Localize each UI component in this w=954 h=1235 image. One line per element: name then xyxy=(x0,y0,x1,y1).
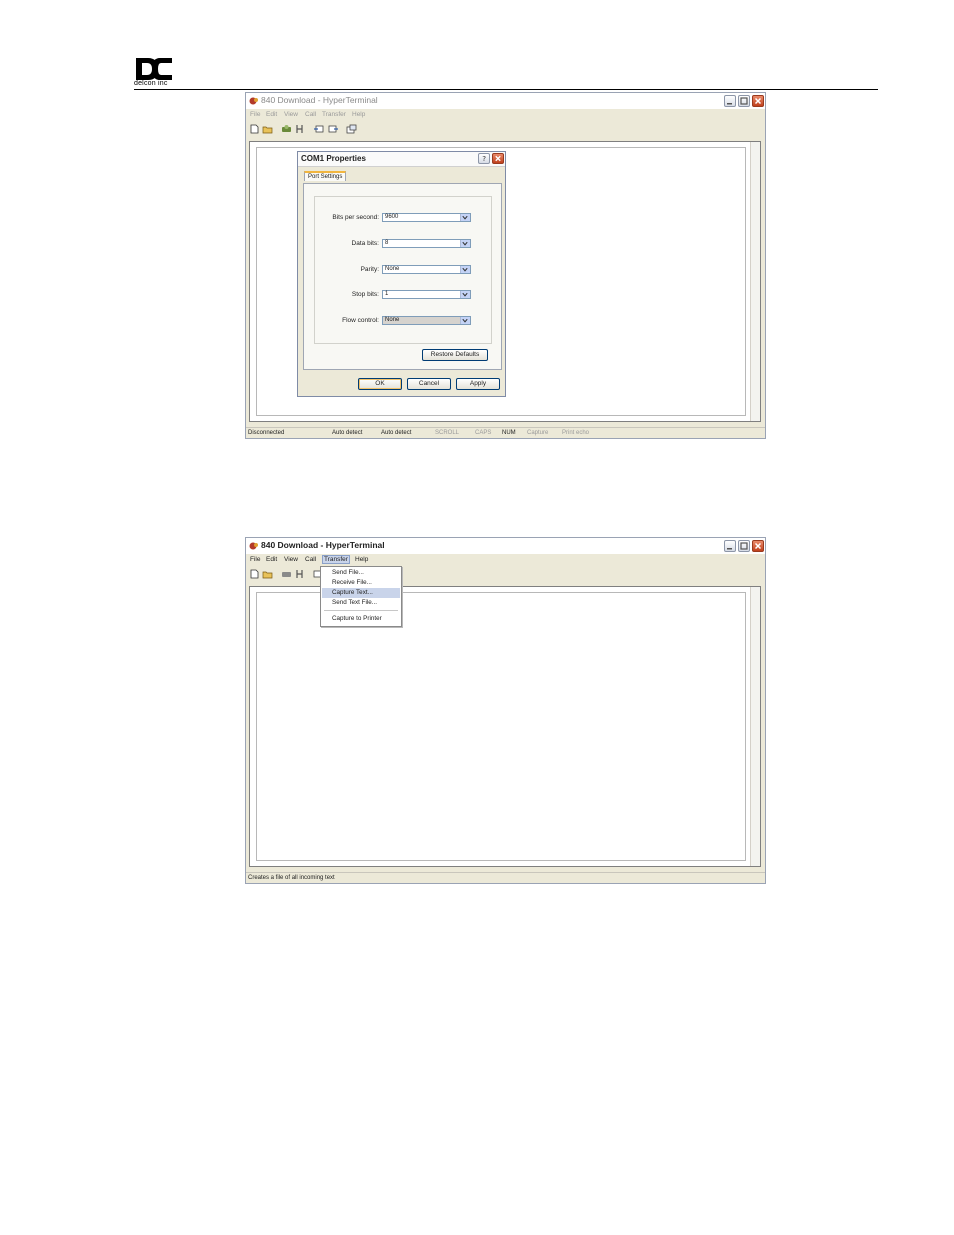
menu-view[interactable]: View xyxy=(284,111,298,118)
status-message: Creates a file of all incoming text xyxy=(248,875,335,881)
svg-text:?: ? xyxy=(482,154,486,163)
new-file-icon[interactable] xyxy=(249,569,260,579)
status-num: NUM xyxy=(502,430,516,436)
apply-button[interactable]: Apply xyxy=(456,378,500,390)
cancel-button[interactable]: Cancel xyxy=(407,378,451,390)
chevron-down-icon xyxy=(460,317,470,324)
ok-button[interactable]: OK xyxy=(358,378,402,390)
flow-control-select[interactable]: None xyxy=(382,316,471,325)
menu-separator xyxy=(324,610,398,611)
disconnect-icon[interactable] xyxy=(294,124,305,134)
chevron-down-icon xyxy=(460,291,470,298)
label-flow-control: Flow control: xyxy=(342,317,379,324)
new-file-icon[interactable] xyxy=(249,124,260,134)
open-folder-icon[interactable] xyxy=(262,124,273,134)
status-bar: Disconnected Auto detect Auto detect SCR… xyxy=(246,427,765,439)
menu-edit[interactable]: Edit xyxy=(266,556,277,563)
restore-defaults-button[interactable]: Restore Defaults xyxy=(422,349,488,361)
send-icon[interactable] xyxy=(314,124,325,134)
transfer-menu: Send File... Receive File... Capture Tex… xyxy=(320,566,402,627)
label-parity: Parity: xyxy=(360,266,379,273)
header-rule xyxy=(134,89,878,90)
status-capture: Capture xyxy=(527,430,549,436)
help-button[interactable]: ? xyxy=(478,153,490,164)
connect-icon[interactable] xyxy=(281,124,292,134)
tab-port-settings[interactable]: Port Settings xyxy=(304,171,347,181)
close-button[interactable] xyxy=(752,540,764,552)
menu-view[interactable]: View xyxy=(284,556,298,563)
status-bar: Creates a file of all incoming text xyxy=(246,872,765,884)
menu-file[interactable]: File xyxy=(250,556,260,563)
menu-help[interactable]: Help xyxy=(352,111,365,118)
menu-call[interactable]: Call xyxy=(305,556,316,563)
status-caps: CAPS xyxy=(475,430,492,436)
menu-item-capture-to-printer[interactable]: Capture to Printer xyxy=(322,614,400,624)
status-autodetect-2: Auto detect xyxy=(381,430,412,436)
status-connection: Disconnected xyxy=(248,430,285,436)
open-folder-icon[interactable] xyxy=(262,569,273,579)
maximize-button[interactable] xyxy=(738,540,750,552)
menu-help[interactable]: Help xyxy=(355,556,368,563)
minimize-button[interactable] xyxy=(724,95,736,107)
dialog-title: COM1 Properties xyxy=(301,154,366,163)
menu-call[interactable]: Call xyxy=(305,111,316,118)
window-title: 840 Download - HyperTerminal xyxy=(261,95,378,105)
menu-item-send-text-file[interactable]: Send Text File... xyxy=(322,598,400,608)
properties-icon[interactable] xyxy=(346,124,357,134)
dialog-title-bar: COM1 Properties ? xyxy=(298,152,505,167)
parity-select[interactable]: None xyxy=(382,265,471,274)
disconnect-icon[interactable] xyxy=(294,569,305,579)
vertical-scrollbar[interactable] xyxy=(750,587,760,866)
hyperterminal-app-icon xyxy=(249,542,258,550)
toolbar xyxy=(246,122,765,136)
bits-per-second-select[interactable]: 9600 xyxy=(382,213,471,222)
menu-bar: File Edit View Call Transfer Help xyxy=(246,554,765,565)
menu-item-capture-text[interactable]: Capture Text... xyxy=(322,588,400,598)
menu-file[interactable]: File xyxy=(250,111,260,118)
label-stop-bits: Stop bits: xyxy=(351,291,379,298)
menu-transfer[interactable]: Transfer xyxy=(322,555,350,564)
maximize-button[interactable] xyxy=(738,95,750,107)
com1-properties-dialog: COM1 Properties ? Port Settings Bits per… xyxy=(297,151,506,397)
status-scroll: SCROLL xyxy=(435,430,460,436)
menu-item-send-file[interactable]: Send File... xyxy=(322,568,400,578)
chevron-down-icon xyxy=(460,240,470,247)
window-title: 840 Download - HyperTerminal xyxy=(261,540,385,550)
logo-text: delcon inc xyxy=(134,80,168,87)
title-bar: 840 Download - HyperTerminal xyxy=(246,93,765,109)
vertical-scrollbar[interactable] xyxy=(750,142,760,421)
receive-icon[interactable] xyxy=(327,124,338,134)
connect-icon[interactable] xyxy=(281,569,292,579)
chevron-down-icon xyxy=(460,214,470,221)
menu-bar: File Edit View Call Transfer Help xyxy=(246,109,765,120)
menu-item-receive-file[interactable]: Receive File... xyxy=(322,578,400,588)
label-bits-per-second: Bits per second: xyxy=(332,214,379,221)
menu-transfer[interactable]: Transfer xyxy=(322,111,346,118)
title-bar: 840 Download - HyperTerminal xyxy=(246,538,765,554)
chevron-down-icon xyxy=(460,266,470,273)
menu-edit[interactable]: Edit xyxy=(266,111,277,118)
minimize-button[interactable] xyxy=(724,540,736,552)
hyperterminal-app-icon xyxy=(249,97,258,105)
label-data-bits: Data bits: xyxy=(351,240,379,247)
close-button[interactable] xyxy=(752,95,764,107)
terminal-area[interactable] xyxy=(249,586,761,867)
status-print-echo: Print echo xyxy=(562,430,590,436)
stop-bits-select[interactable]: 1 xyxy=(382,290,471,299)
dialog-close-button[interactable] xyxy=(492,153,504,164)
status-autodetect-1: Auto detect xyxy=(332,430,363,436)
data-bits-select[interactable]: 8 xyxy=(382,239,471,248)
port-settings-panel: Bits per second: 9600 Data bits: 8 Parit… xyxy=(303,183,502,370)
